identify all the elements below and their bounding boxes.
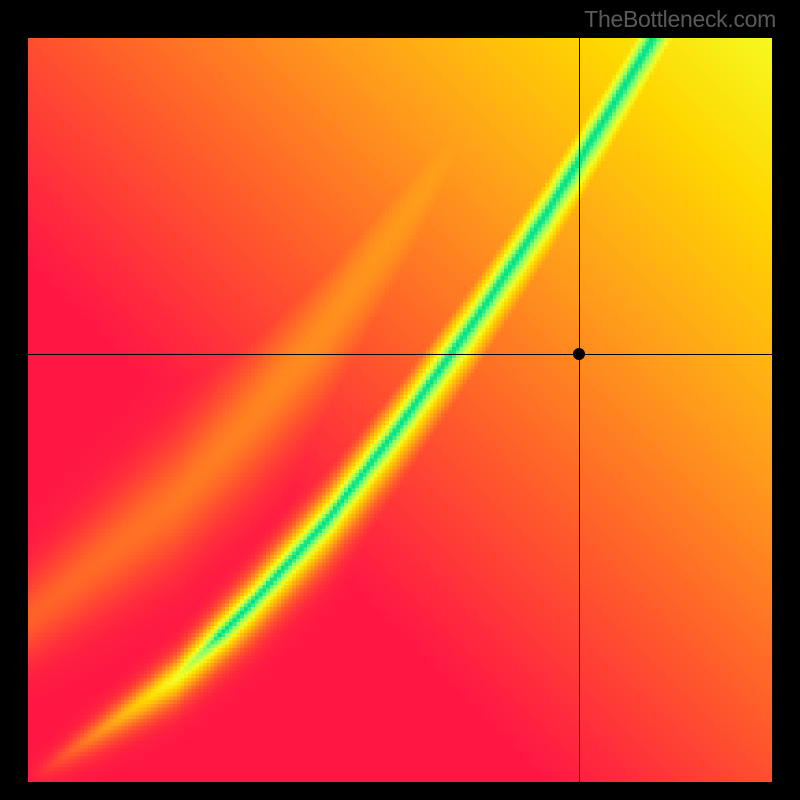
crosshair-horizontal (28, 354, 772, 355)
plot-area (28, 38, 772, 782)
crosshair-vertical (579, 38, 580, 782)
heatmap-canvas (28, 38, 772, 782)
chart-frame: TheBottleneck.com (0, 0, 800, 800)
watermark-label: TheBottleneck.com (584, 6, 776, 33)
marker-dot (573, 348, 585, 360)
